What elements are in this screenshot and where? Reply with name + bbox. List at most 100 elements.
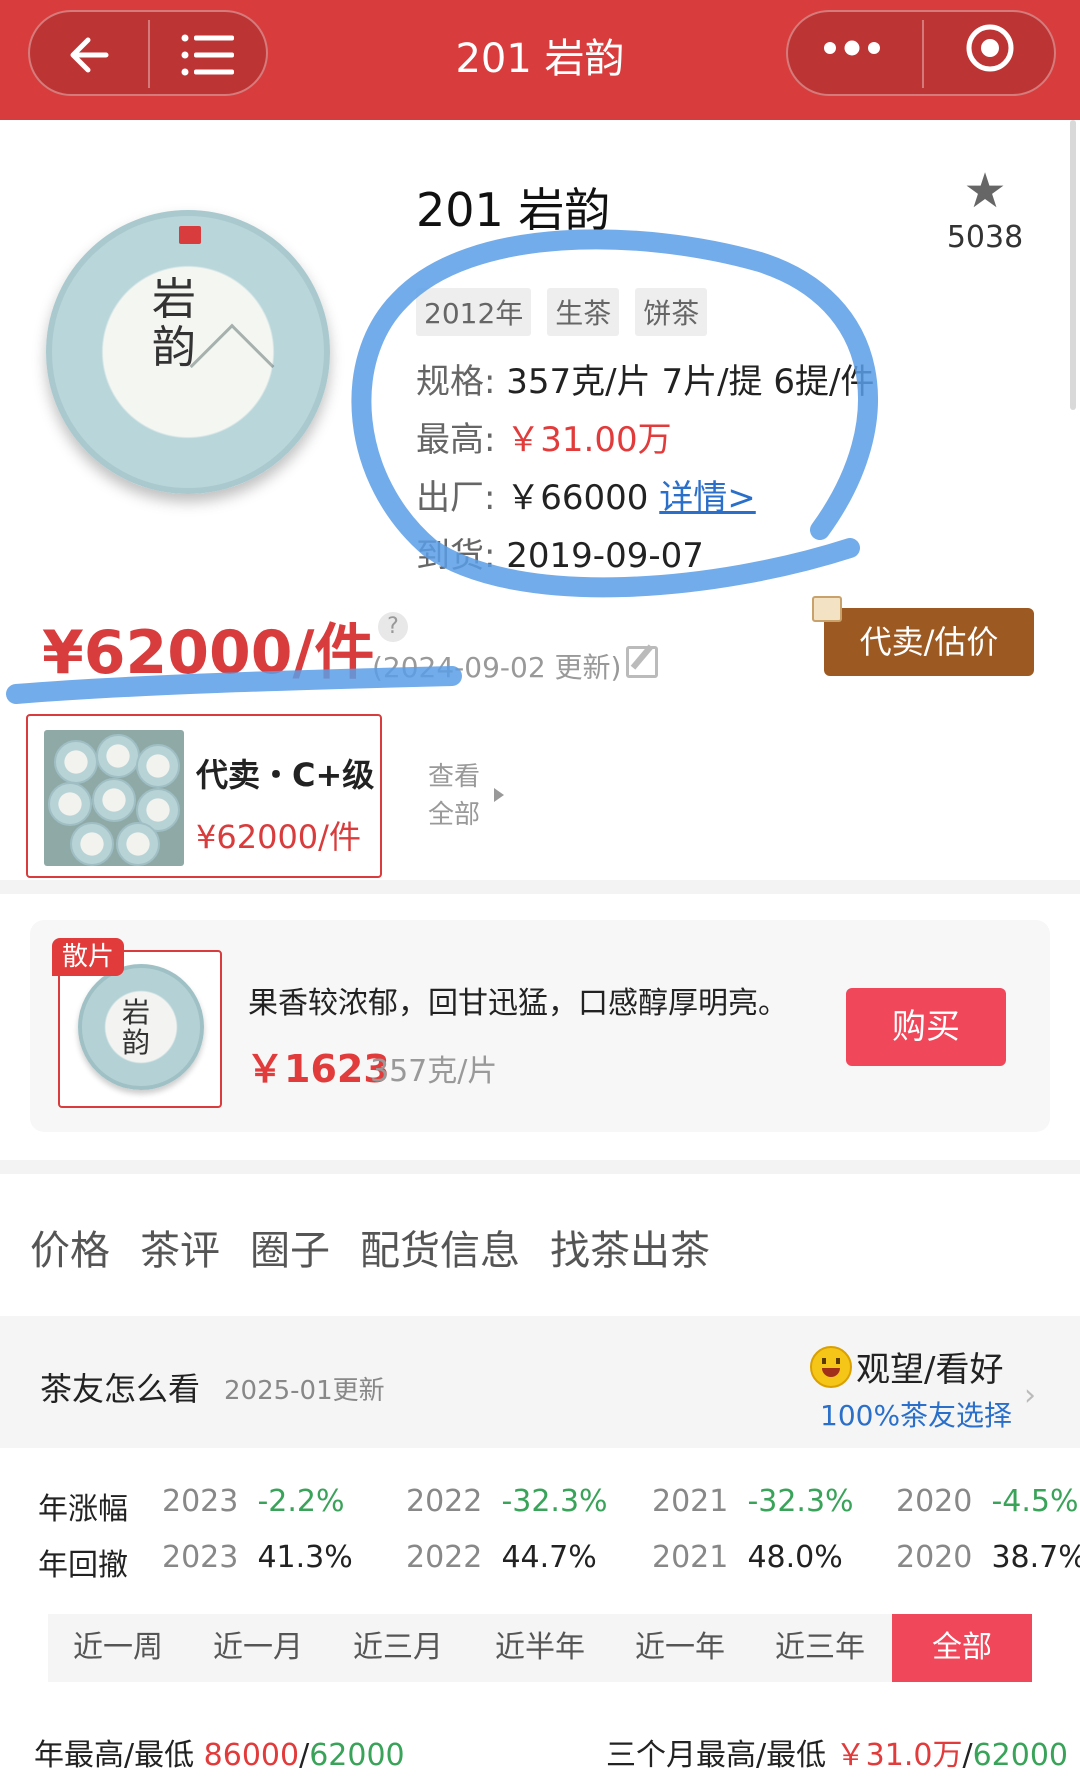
tag-year: 2012年 — [416, 288, 532, 336]
growth-cell: 2023 -2.2% — [162, 1484, 344, 1519]
ellipsis-icon[interactable] — [822, 36, 882, 60]
cake-disc — [54, 740, 98, 784]
product-tags: 2012年 生茶 饼茶 — [416, 288, 708, 336]
chevron-right-icon[interactable]: › — [1024, 1378, 1036, 1413]
growth-label: 年涨幅 — [38, 1492, 128, 1527]
drawdown-value: 41.3% — [257, 1540, 353, 1575]
price-update-date: (2024-09-02 更新) — [372, 651, 622, 684]
brand-logo — [179, 226, 201, 244]
loose-price: ￥1623 — [246, 1047, 390, 1091]
consignment-thumbnail — [44, 730, 184, 866]
three-month-high: ￥31.0万 — [835, 1738, 963, 1773]
highest-label: 最高: — [416, 420, 496, 460]
buy-button[interactable]: 购买 — [846, 988, 1006, 1066]
opinion-panel[interactable]: 茶友怎么看 2025-01更新 观望/看好 100%茶友选择 — [0, 1316, 1080, 1448]
drawdown-value: 38.7% — [991, 1540, 1080, 1575]
period-half-year[interactable]: 近半年 — [470, 1614, 610, 1682]
separator: / — [962, 1738, 973, 1773]
spec-label: 规格: — [416, 362, 496, 402]
smile-emoji-icon — [810, 1346, 852, 1388]
section-divider — [0, 1160, 1080, 1174]
record-icon[interactable] — [964, 22, 1016, 74]
tab-find-tea[interactable]: 找茶出茶 — [550, 1218, 710, 1276]
cake-disc — [70, 822, 114, 866]
consignment-price: ¥62000/件 — [196, 818, 361, 856]
arrival-label: 到货: — [416, 536, 496, 576]
page-title: 201 岩韵 — [455, 36, 625, 82]
product-image[interactable]: 岩韵 — [46, 210, 330, 494]
cake-disc — [92, 778, 136, 822]
drawdown-value: 48.0% — [747, 1540, 843, 1575]
three-month-low: 62000 — [972, 1738, 1068, 1773]
period-all[interactable]: 全部 — [892, 1614, 1032, 1682]
tab-reviews[interactable]: 茶评 — [140, 1218, 220, 1276]
consignment-card[interactable]: 代卖・C+级 ¥62000/件 — [26, 714, 382, 878]
star-icon: ★ — [963, 163, 1007, 219]
drawdown-year: 2020 — [896, 1540, 973, 1575]
factory-detail-link[interactable]: 详情> — [659, 478, 756, 518]
spec-row: 规格: 357克/片 7片/提 6提/件 — [416, 354, 874, 403]
drawdown-label: 年回撤 — [38, 1548, 128, 1583]
drawdown-cell: 2021 48.0% — [652, 1540, 843, 1575]
growth-year: 2020 — [896, 1484, 973, 1519]
consign-estimate-button[interactable]: 代卖/估价 — [824, 608, 1034, 676]
three-month-label: 三个月最高/最低 — [606, 1738, 836, 1773]
growth-year: 2022 — [406, 1484, 483, 1519]
title-bar: 201 岩韵 — [0, 0, 1080, 120]
tab-price[interactable]: 价格 — [30, 1218, 110, 1276]
growth-cell: 2021 -32.3% — [652, 1484, 854, 1519]
opinion-percent: 100%茶友选择 — [820, 1399, 1013, 1432]
highest-row: 最高: ￥31.00万 — [416, 412, 672, 461]
product-title: 201 岩韵 — [416, 183, 611, 237]
opinion-date: 2025-01更新 — [224, 1376, 385, 1406]
period-year[interactable]: 近一年 — [610, 1614, 750, 1682]
drawdown-value: 44.7% — [501, 1540, 597, 1575]
loose-description: 果香较浓郁，回甘迅猛，口感醇厚明亮。 — [248, 986, 788, 1021]
view-all-link[interactable]: 查看全部 — [428, 758, 498, 834]
period-3months[interactable]: 近三月 — [328, 1614, 468, 1682]
loose-unit: 357克/片 — [370, 1054, 498, 1089]
year-high-low-label: 年最高/最低 — [34, 1738, 204, 1773]
section-tabs: 价格 茶评 圈子 配货信息 找茶出茶 — [30, 1218, 710, 1276]
arrow-left-icon[interactable] — [66, 32, 112, 78]
opinion-stance: 观望/看好 — [856, 1350, 1004, 1390]
drawdown-year: 2023 — [162, 1540, 239, 1575]
help-icon[interactable]: ? — [378, 612, 408, 642]
period-month[interactable]: 近一月 — [188, 1614, 328, 1682]
growth-cell: 2020 -4.5% — [896, 1484, 1078, 1519]
factory-value: ￥66000 — [506, 478, 649, 518]
factory-row: 出厂: ￥66000 详情> — [416, 470, 756, 519]
growth-year: 2021 — [652, 1484, 729, 1519]
tab-circle[interactable]: 圈子 — [250, 1218, 330, 1276]
capsule-divider — [148, 20, 150, 88]
tab-stock-info[interactable]: 配货信息 — [360, 1218, 520, 1276]
favorite-count: 5038 — [946, 220, 1024, 255]
tag-type: 生茶 — [547, 288, 620, 336]
three-month-high-low: 三个月最高/最低 ￥31.0万/62000 — [606, 1730, 1068, 1774]
drawdown-cell: 2023 41.3% — [162, 1540, 353, 1575]
growth-value: -32.3% — [747, 1484, 854, 1519]
growth-value: -2.2% — [257, 1484, 345, 1519]
period-week[interactable]: 近一周 — [48, 1614, 188, 1682]
section-divider — [0, 880, 1080, 894]
year-low: 62000 — [309, 1738, 405, 1773]
period-3years[interactable]: 近三年 — [750, 1614, 890, 1682]
edit-icon[interactable] — [626, 646, 658, 678]
separator: / — [299, 1738, 310, 1773]
cake-disc — [96, 734, 140, 778]
arrival-value: 2019-09-07 — [506, 536, 704, 576]
triangle-right-icon — [494, 788, 504, 802]
capsule-divider — [922, 20, 924, 88]
highest-value: ￥31.00万 — [506, 420, 672, 460]
growth-value: -32.3% — [501, 1484, 608, 1519]
loose-image-text: 岩韵 — [122, 996, 151, 1059]
scrollbar[interactable] — [1070, 120, 1076, 410]
cake-disc — [136, 744, 180, 788]
list-icon[interactable] — [180, 32, 236, 78]
growth-year: 2023 — [162, 1484, 239, 1519]
drawdown-year: 2021 — [652, 1540, 729, 1575]
consignment-title: 代卖・C+级 — [196, 756, 375, 794]
year-high: 86000 — [203, 1738, 300, 1773]
drawdown-cell: 2020 38.7% — [896, 1540, 1080, 1575]
favorite-button[interactable]: ★ 5038 — [940, 166, 1030, 255]
